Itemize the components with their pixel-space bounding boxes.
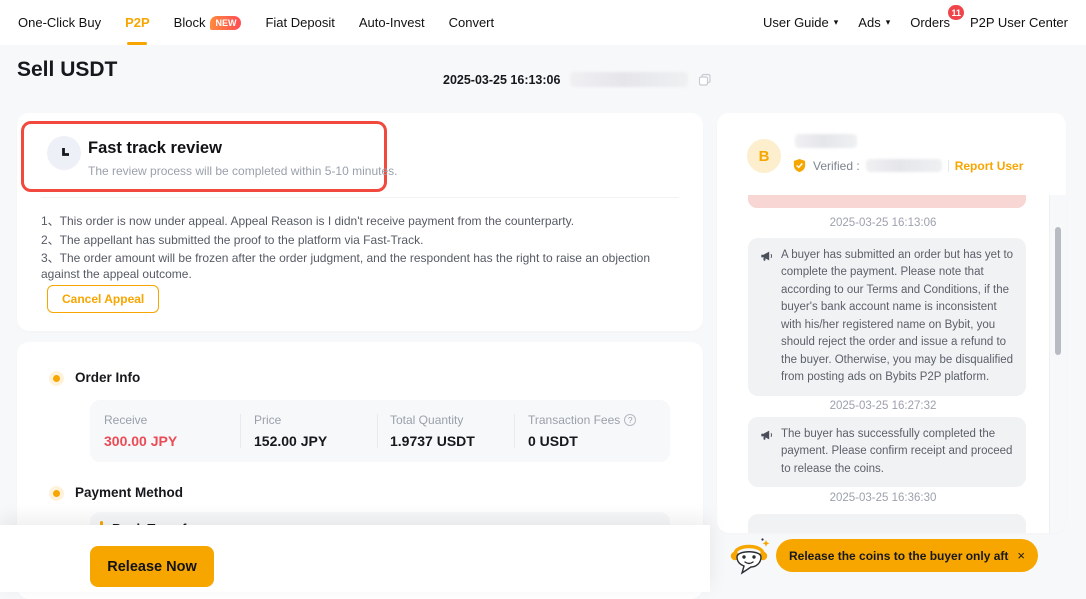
toast-text: Release the coins to the buyer only afte… bbox=[789, 549, 1009, 563]
nav-label: Ads bbox=[858, 15, 880, 30]
username-redacted bbox=[795, 134, 857, 148]
megaphone-icon bbox=[760, 428, 774, 442]
order-info-title: Order Info bbox=[75, 370, 140, 385]
divider bbox=[948, 160, 949, 172]
divider bbox=[240, 414, 241, 448]
nav-one-click-buy[interactable]: One-Click Buy bbox=[18, 0, 101, 45]
field-price: Price 152.00 JPY bbox=[254, 400, 327, 462]
chevron-down-icon: ▾ bbox=[886, 17, 891, 28]
p2p-order-page: One-Click Buy P2P Block NEW Fiat Deposit… bbox=[0, 0, 1086, 599]
appeal-term: 1、This order is now under appeal. Appeal… bbox=[41, 214, 677, 230]
field-value-fees: 0 USDT bbox=[528, 433, 636, 449]
nav-convert[interactable]: Convert bbox=[449, 0, 495, 45]
divider bbox=[514, 414, 515, 448]
system-message-bubble: The buyer has successfully completed the… bbox=[748, 417, 1026, 487]
payment-method-title: Payment Method bbox=[75, 485, 183, 500]
nav-ads[interactable]: Ads ▾ bbox=[858, 0, 890, 45]
top-nav: One-Click Buy P2P Block NEW Fiat Deposit… bbox=[0, 0, 1086, 45]
appeal-card: Fast track review The review process wil… bbox=[17, 113, 703, 331]
system-message-bubble: A buyer has submitted an order but has y… bbox=[748, 238, 1026, 396]
field-value-price: 152.00 JPY bbox=[254, 433, 327, 449]
nav-label: Fiat Deposit bbox=[265, 15, 334, 30]
system-message-text: A buyer has submitted an order but has y… bbox=[781, 247, 1014, 387]
new-badge: NEW bbox=[210, 16, 241, 30]
system-message-bubble-clipped bbox=[748, 514, 1026, 533]
nav-label: Orders bbox=[910, 15, 950, 30]
appeal-term: 3、The order amount will be frozen after … bbox=[41, 251, 677, 282]
field-label: Total Quantity bbox=[390, 413, 475, 427]
order-id-redacted bbox=[570, 72, 688, 87]
verified-name-redacted bbox=[866, 159, 942, 172]
field-label: Price bbox=[254, 413, 327, 427]
nav-left: One-Click Buy P2P Block NEW Fiat Deposit… bbox=[18, 0, 494, 45]
order-timestamp: 2025-03-25 16:13:06 bbox=[443, 73, 560, 87]
section-bullet-icon bbox=[53, 375, 60, 382]
appeal-term: 2、The appellant has submitted the proof … bbox=[41, 233, 677, 249]
chat-timestamp: 2025-03-25 16:13:06 bbox=[717, 217, 1049, 229]
release-now-button[interactable]: Release Now bbox=[90, 546, 214, 587]
nav-block[interactable]: Block NEW bbox=[174, 0, 242, 45]
avatar[interactable]: B bbox=[747, 139, 781, 173]
field-transaction-fees: Transaction Fees ? 0 USDT bbox=[528, 400, 636, 462]
nav-label: Block bbox=[174, 15, 206, 30]
chat-timestamp: 2025-03-25 16:36:30 bbox=[717, 492, 1049, 504]
nav-right: User Guide ▾ Ads ▾ Orders 11 P2P User Ce… bbox=[763, 0, 1068, 45]
divider bbox=[377, 414, 378, 448]
toast-notification[interactable]: Release the coins to the buyer only afte… bbox=[776, 539, 1038, 572]
field-label-text: Transaction Fees bbox=[528, 413, 620, 427]
cancel-appeal-button[interactable]: Cancel Appeal bbox=[47, 285, 159, 313]
megaphone-icon bbox=[760, 249, 774, 263]
chat-scrollbar[interactable] bbox=[1050, 195, 1066, 533]
orders-count-badge: 11 bbox=[948, 5, 964, 20]
chat-timestamp: 2025-03-25 16:27:32 bbox=[717, 400, 1049, 412]
verified-row: Verified : Report User bbox=[792, 158, 1023, 173]
divider bbox=[41, 197, 679, 198]
help-icon[interactable]: ? bbox=[624, 414, 636, 426]
appeal-title: Fast track review bbox=[88, 139, 222, 158]
report-user-link[interactable]: Report User bbox=[955, 159, 1024, 173]
section-bullet-icon bbox=[53, 490, 60, 497]
nav-label: One-Click Buy bbox=[18, 15, 101, 30]
scrollbar-thumb[interactable] bbox=[1055, 227, 1061, 355]
system-message-text: The buyer has successfully completed the… bbox=[781, 426, 1014, 478]
clock-icon bbox=[47, 136, 81, 170]
nav-label: User Guide bbox=[763, 15, 829, 30]
page-title: Sell USDT bbox=[17, 58, 117, 82]
copy-icon[interactable] bbox=[698, 73, 712, 87]
nav-orders[interactable]: Orders 11 bbox=[910, 0, 950, 45]
chevron-down-icon: ▾ bbox=[834, 17, 839, 28]
field-label: Transaction Fees ? bbox=[528, 413, 636, 427]
order-meta: 2025-03-25 16:13:06 bbox=[443, 72, 712, 87]
alert-banner-clipped bbox=[748, 195, 1026, 208]
nav-user-guide[interactable]: User Guide ▾ bbox=[763, 0, 838, 45]
nav-label: Auto-Invest bbox=[359, 15, 425, 30]
nav-label: P2P bbox=[125, 15, 150, 30]
verified-shield-icon bbox=[792, 158, 807, 173]
nav-p2p-user-center[interactable]: P2P User Center bbox=[970, 0, 1068, 45]
field-receive: Receive 300.00 JPY bbox=[104, 400, 177, 462]
sticky-footer: Release Now bbox=[0, 525, 710, 592]
chat-card: B Verified : Report User 2025-03-25 16:1… bbox=[717, 113, 1066, 533]
field-total-quantity: Total Quantity 1.9737 USDT bbox=[390, 400, 475, 462]
field-value-receive: 300.00 JPY bbox=[104, 433, 177, 449]
field-label: Receive bbox=[104, 413, 177, 427]
chat-message-area[interactable]: 2025-03-25 16:13:06 A buyer has submitte… bbox=[717, 195, 1050, 533]
assistant-mascot-icon[interactable] bbox=[727, 536, 771, 578]
verified-label: Verified : bbox=[813, 159, 860, 173]
nav-auto-invest[interactable]: Auto-Invest bbox=[359, 0, 425, 45]
nav-label: Convert bbox=[449, 15, 495, 30]
nav-fiat-deposit[interactable]: Fiat Deposit bbox=[265, 0, 334, 45]
close-icon[interactable]: × bbox=[1017, 548, 1025, 563]
field-value-quantity: 1.9737 USDT bbox=[390, 433, 475, 449]
appeal-subtitle: The review process will be completed wit… bbox=[88, 164, 397, 178]
appeal-terms-list: 1、This order is now under appeal. Appeal… bbox=[41, 214, 677, 285]
nav-label: P2P User Center bbox=[970, 15, 1068, 30]
nav-p2p[interactable]: P2P bbox=[125, 0, 150, 45]
order-fields-box: Receive 300.00 JPY Price 152.00 JPY Tota… bbox=[90, 400, 670, 462]
